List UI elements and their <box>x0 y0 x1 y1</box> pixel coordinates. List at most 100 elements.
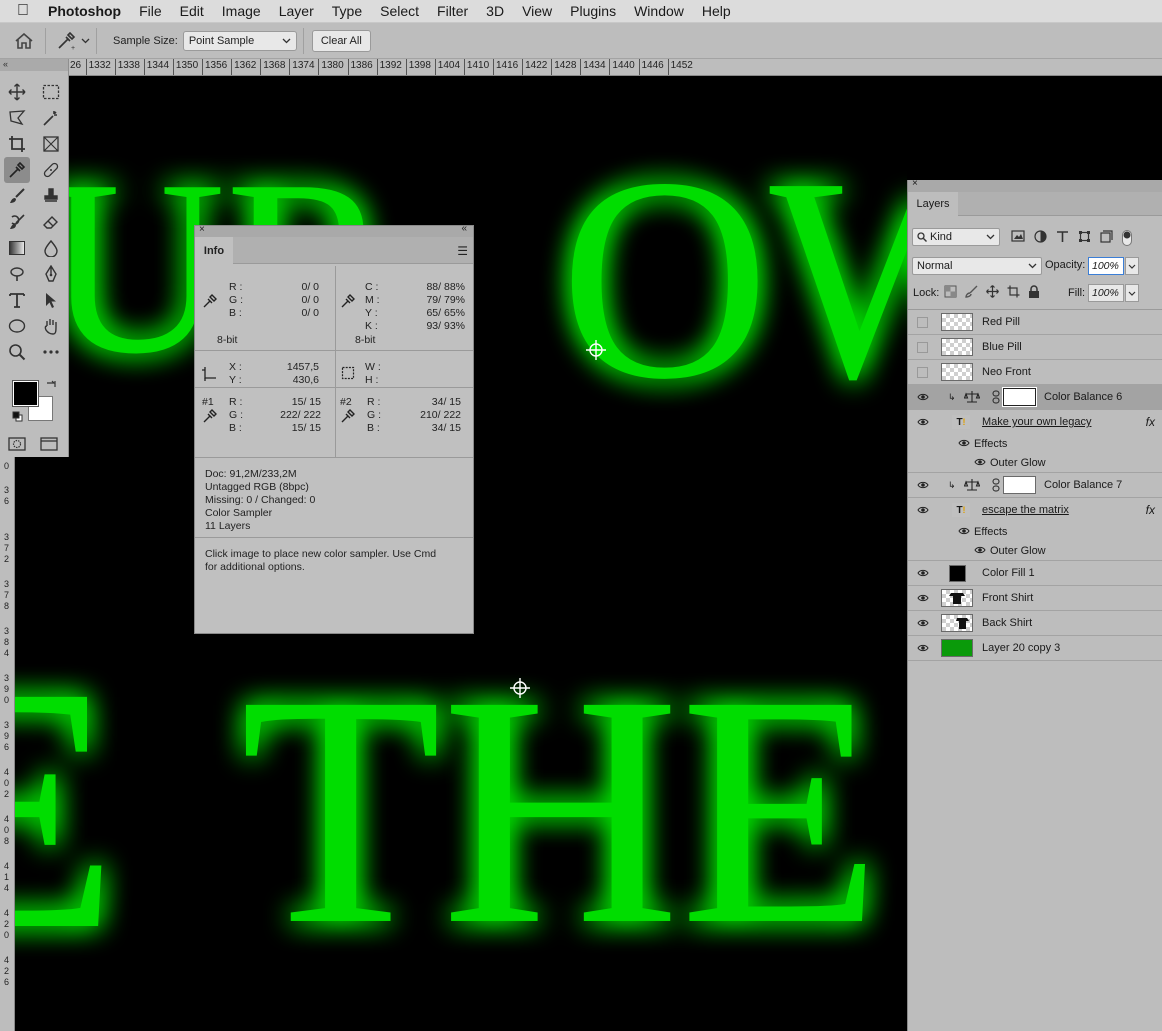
zoom-tool[interactable] <box>4 339 30 365</box>
eraser-tool[interactable] <box>38 209 64 235</box>
info-rgb-bitdepth[interactable]: 8-bit <box>217 334 237 346</box>
eyedropper-icon[interactable] <box>341 294 355 308</box>
lock-all-icon[interactable] <box>1028 285 1040 298</box>
link-icon[interactable] <box>992 390 1000 404</box>
frame-tool[interactable] <box>38 131 64 157</box>
layer-name[interactable]: Make your own legacy <box>982 416 1091 428</box>
collapse-icon[interactable]: « <box>461 223 467 234</box>
filter-toggle-icon[interactable] <box>1122 230 1132 246</box>
clear-all-button[interactable]: Clear All <box>311 29 371 52</box>
menu-select[interactable]: Select <box>371 3 428 19</box>
opacity-dropdown[interactable] <box>1125 257 1139 275</box>
layer-name[interactable]: Color Balance 7 <box>1044 479 1122 491</box>
lock-artboard-icon[interactable] <box>1007 285 1020 298</box>
screen-mode-button[interactable] <box>40 437 58 456</box>
layer-row-color-fill-1[interactable]: Color Fill 1 <box>908 561 1162 586</box>
eye-icon[interactable] <box>916 641 930 655</box>
menu-file[interactable]: File <box>130 3 171 19</box>
panel-menu-icon[interactable]: ☰ <box>457 244 468 258</box>
layer-row-neo-front[interactable]: Neo Front <box>908 360 1162 385</box>
more-tools-button[interactable] <box>38 339 64 365</box>
menu-help[interactable]: Help <box>693 3 740 19</box>
visibility-toggle-off[interactable] <box>917 366 928 378</box>
type-tool[interactable] <box>4 287 30 313</box>
eye-icon[interactable] <box>916 566 930 580</box>
menu-type[interactable]: Type <box>323 3 371 19</box>
filter-type-icon[interactable] <box>1056 230 1069 243</box>
layer-name[interactable]: Front Shirt <box>982 592 1033 604</box>
layer-name[interactable]: Neo Front <box>982 366 1031 378</box>
eye-icon[interactable] <box>916 415 930 429</box>
layer-name[interactable]: Red Pill <box>982 316 1020 328</box>
home-button[interactable] <box>9 26 39 56</box>
sample-size-select[interactable]: Point Sample <box>182 30 297 51</box>
eye-icon[interactable] <box>916 503 930 517</box>
layer-name[interactable]: Blue Pill <box>982 341 1022 353</box>
layer-name[interactable]: Color Balance 6 <box>1044 391 1122 403</box>
menu-plugins[interactable]: Plugins <box>561 3 625 19</box>
vertical-ruler[interactable]: 0 36 372 378 384 390 396 402 408 414 420 426 <box>0 457 15 1031</box>
menu-image[interactable]: Image <box>213 3 270 19</box>
menu-edit[interactable]: Edit <box>171 3 213 19</box>
eye-icon[interactable] <box>958 438 970 450</box>
effects-row[interactable]: Effects <box>908 434 1162 453</box>
layer-row-make-your-own-legacy[interactable]: T! Make your own legacy fx <box>908 410 1162 434</box>
color-sampler-tool[interactable] <box>4 157 30 183</box>
menu-app[interactable]: Photoshop <box>46 3 130 19</box>
eye-icon[interactable] <box>974 457 986 469</box>
healing-brush-tool[interactable] <box>38 157 64 183</box>
eyedropper-icon[interactable] <box>203 409 217 423</box>
lock-transparent-pixels-icon[interactable] <box>944 285 957 298</box>
info-panel-header[interactable]: × « <box>195 223 473 237</box>
layer-row-color-balance-6[interactable]: ↳ Color Balance 6 <box>908 385 1162 410</box>
quick-mask-button[interactable] <box>8 437 26 456</box>
crop-tool[interactable] <box>4 131 30 157</box>
brush-tool[interactable] <box>4 183 30 209</box>
fill-dropdown[interactable] <box>1125 284 1139 302</box>
eye-icon[interactable] <box>974 545 986 557</box>
history-brush-tool[interactable] <box>4 209 30 235</box>
tab-info[interactable]: Info <box>195 237 233 264</box>
move-tool[interactable] <box>4 79 30 105</box>
blend-mode-select[interactable]: Normal <box>912 257 1042 275</box>
blur-tool[interactable] <box>38 235 64 261</box>
tab-layers[interactable]: Layers <box>908 192 958 216</box>
layer-row-layer-20-copy-3[interactable]: Layer 20 copy 3 <box>908 636 1162 661</box>
tool-preset-picker[interactable]: + <box>56 31 90 51</box>
eyedropper-icon[interactable] <box>341 409 355 423</box>
layer-row-color-balance-7[interactable]: ↳ Color Balance 7 <box>908 473 1162 498</box>
path-selection-tool[interactable] <box>38 287 64 313</box>
swap-colors-icon[interactable] <box>45 379 57 391</box>
hand-tool[interactable] <box>38 313 64 339</box>
menu-3d[interactable]: 3D <box>477 3 513 19</box>
horizontal-ruler[interactable]: 26 1332 1338 1344 1350 1356 1362 1368 1374 1380 13… <box>69 59 1162 76</box>
layer-name[interactable]: Back Shirt <box>982 617 1032 629</box>
outer-glow-row[interactable]: Outer Glow <box>908 453 1162 473</box>
visibility-toggle-off[interactable] <box>917 341 928 353</box>
lock-position-icon[interactable] <box>986 285 999 298</box>
filter-pixel-icon[interactable] <box>1011 230 1025 242</box>
outer-glow-row[interactable]: Outer Glow <box>908 541 1162 561</box>
tools-panel-collapse[interactable]: « <box>0 59 68 71</box>
layer-row-front-shirt[interactable]: Front Shirt <box>908 586 1162 611</box>
opacity-input[interactable]: 100% <box>1088 257 1124 275</box>
filter-adjustment-icon[interactable] <box>1034 230 1047 243</box>
fx-icon[interactable]: fx <box>1146 415 1155 429</box>
tools-panel-grip[interactable] <box>0 71 68 79</box>
close-icon[interactable]: × <box>912 178 918 189</box>
info-cmyk-bitdepth[interactable]: 8-bit <box>355 334 375 346</box>
filter-smart-object-icon[interactable] <box>1100 230 1113 243</box>
clone-stamp-tool[interactable] <box>38 183 64 209</box>
gradient-tool[interactable] <box>4 235 30 261</box>
fill-input[interactable]: 100% <box>1088 284 1124 302</box>
effects-row[interactable]: Effects <box>908 522 1162 541</box>
apple-icon[interactable]:  <box>0 2 46 20</box>
marquee-tool[interactable] <box>38 79 64 105</box>
shape-tool[interactable] <box>4 313 30 339</box>
pen-tool[interactable] <box>38 261 64 287</box>
layer-filter-select[interactable]: Kind <box>912 228 1000 246</box>
menu-filter[interactable]: Filter <box>428 3 477 19</box>
magic-wand-tool[interactable] <box>38 105 64 131</box>
layer-row-blue-pill[interactable]: Blue Pill <box>908 335 1162 360</box>
eye-icon[interactable] <box>916 478 930 492</box>
